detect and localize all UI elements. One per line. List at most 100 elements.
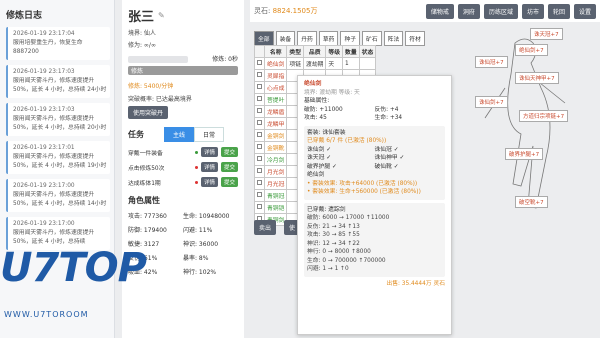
cultivate-button[interactable]: 修炼 xyxy=(128,66,238,75)
checkbox-cell[interactable] xyxy=(254,165,265,178)
stat-item: 生命: 10948000 xyxy=(183,213,230,220)
row-checkbox[interactable] xyxy=(257,72,262,77)
task-submit-button[interactable]: 提交 xyxy=(220,177,238,187)
row-checkbox[interactable] xyxy=(257,132,262,137)
top-button[interactable]: 坊市 xyxy=(521,3,544,19)
top-button[interactable]: 设置 xyxy=(573,3,596,19)
tab-daily[interactable]: 日常 xyxy=(194,127,225,142)
item-name[interactable]: 绝仙剑 xyxy=(263,57,288,70)
row-checkbox[interactable] xyxy=(257,84,262,89)
top-button[interactable]: 洞府 xyxy=(457,3,480,19)
bag-tab[interactable]: 种子 xyxy=(340,31,361,46)
task-detail-button[interactable]: 详情 xyxy=(200,147,218,157)
tooltip-compare-box: 已穿戴: 遗踪剑 破防: 6000 → 17000 ↑11000 反伤: 21 →… xyxy=(304,202,445,277)
log-time: 2026-01-19 23:17:01 xyxy=(13,145,75,151)
table-header: 等级 xyxy=(325,45,344,58)
tab-main[interactable]: 主线 xyxy=(164,127,195,142)
row-checkbox[interactable] xyxy=(257,60,262,65)
tooltip-attr: 生命: +34 xyxy=(374,115,403,121)
bag-tab[interactable]: 全部 xyxy=(254,31,274,46)
task-detail-button[interactable]: 详情 xyxy=(200,162,218,172)
checkbox-cell[interactable] xyxy=(254,105,265,118)
edit-icon[interactable]: ✎ xyxy=(158,11,165,20)
use-pill-button[interactable]: 使用突破丹 xyxy=(128,106,169,119)
checkbox-cell[interactable] xyxy=(254,117,265,130)
item-name[interactable]: 月光冠 xyxy=(263,177,288,190)
item-name[interactable]: 青铜铠 xyxy=(263,201,288,214)
table-row[interactable]: 绝仙剑 项链 渡劫期天 1 xyxy=(254,57,377,70)
equip-slot[interactable]: 诛仙冠+7 xyxy=(475,56,508,68)
top-bar: 灵石: 8824.1505万 储物戒 洞府 历练区域 坊市 轮回 设置 xyxy=(250,0,600,22)
log-text: 服用闻天雾斗丹，修炼速度提升50%，延长 4 小时，总持续 24小时 xyxy=(13,78,107,93)
checkbox-cell[interactable] xyxy=(254,189,265,202)
item-name[interactable]: 龙鳞盾 xyxy=(263,105,288,118)
table-header xyxy=(254,45,265,58)
checkbox-cell[interactable] xyxy=(254,201,265,214)
equip-slot[interactable]: 破空靴+7 xyxy=(515,196,548,208)
item-name[interactable]: 青铜冠 xyxy=(263,189,288,202)
equip-slot[interactable]: 绝仙剑+7 xyxy=(515,44,548,56)
bag-tab[interactable]: 矿石 xyxy=(362,31,382,46)
item-tooltip: 绝仙剑 境界: 渡劫期 等级: 天 基础属性: 破防: +11000 反伤: +4… xyxy=(297,75,452,335)
tooltip-set-item: 破界护腿 ✓ xyxy=(307,163,337,170)
checkbox-cell[interactable] xyxy=(254,177,265,190)
equip-slot[interactable]: 诛仙剑+7 xyxy=(475,96,508,108)
tooltip-attr: 攻击: 45 xyxy=(304,115,327,121)
row-checkbox[interactable] xyxy=(257,204,262,209)
row-checkbox[interactable] xyxy=(257,156,262,161)
equip-slot[interactable]: 方道归宗项链+7 xyxy=(519,110,569,122)
tooltip-attrs-title: 基础属性: xyxy=(304,98,330,104)
log-entry: 2026-01-19 23:17:00 服用闻天雾斗丹，修炼速度提升50%，延长 … xyxy=(6,179,110,212)
row-checkbox[interactable] xyxy=(257,96,262,101)
row-checkbox[interactable] xyxy=(257,120,262,125)
checkbox-cell[interactable] xyxy=(254,57,265,70)
item-name[interactable]: 月光剑 xyxy=(263,165,288,178)
checkbox-cell[interactable] xyxy=(254,153,265,166)
item-name[interactable]: 心点成 xyxy=(263,81,288,94)
log-time: 2026-01-19 23:17:04 xyxy=(13,31,75,37)
equip-slot[interactable]: 破界护腿+7 xyxy=(505,148,544,160)
top-button[interactable]: 历练区域 xyxy=(483,3,518,19)
item-quality: 渡劫期 xyxy=(303,57,327,70)
row-checkbox[interactable] xyxy=(257,108,262,113)
task-submit-button[interactable]: 提交 xyxy=(220,147,238,157)
row-checkbox[interactable] xyxy=(257,144,262,149)
item-name[interactable]: 龙鳞甲 xyxy=(263,117,288,130)
top-button[interactable]: 轮回 xyxy=(547,3,570,19)
item-name[interactable]: 菩提叶 xyxy=(263,93,288,106)
item-name[interactable]: 灵犀指 xyxy=(263,69,288,82)
bag-tab[interactable]: 草药 xyxy=(318,31,339,46)
task-text: 穿戴一件装备 xyxy=(128,150,163,157)
tooltip-set-item: 诛仙冠 ✓ xyxy=(374,146,399,153)
row-checkbox[interactable] xyxy=(257,192,262,197)
sell-button[interactable]: 卖出 xyxy=(254,220,277,235)
task-submit-button[interactable]: 提交 xyxy=(220,162,238,172)
checkbox-cell[interactable] xyxy=(254,129,265,142)
task-status-dot xyxy=(194,165,198,169)
task-status-dot xyxy=(194,180,198,184)
task-row: 穿戴一件装备 详情 提交 xyxy=(128,147,238,157)
equipment-figure: 诛天冠+7 绝仙剑+7 诛仙冠+7 诛仙天神甲+7 诛仙剑+7 方道归宗项链+7 破界护腿+… xyxy=(455,28,595,223)
watermark-logo: U7TOP xyxy=(0,245,147,291)
checkbox-cell[interactable] xyxy=(254,141,265,154)
bag-tab[interactable]: 符材 xyxy=(405,31,425,46)
row-checkbox[interactable] xyxy=(257,180,262,185)
bag-tab[interactable]: 阵法 xyxy=(383,31,404,46)
checkbox-cell[interactable] xyxy=(254,69,265,82)
item-name[interactable]: 金铜剑 xyxy=(263,129,288,142)
row-checkbox[interactable] xyxy=(257,168,262,173)
equip-slot[interactable]: 诛仙天神甲+7 xyxy=(515,72,559,84)
table-header: 品质 xyxy=(303,45,327,58)
task-row: 达成练体1期 详情 提交 xyxy=(128,177,238,187)
log-entry: 2026-01-19 23:17:04 服用培婴重生丹，恢复生命 8887200 xyxy=(6,27,110,60)
bag-tab[interactable]: 装备 xyxy=(275,31,296,46)
task-detail-button[interactable]: 详情 xyxy=(200,177,218,187)
top-button[interactable]: 储物戒 xyxy=(425,3,454,19)
item-name[interactable]: 冷月剑 xyxy=(263,153,288,166)
item-name[interactable]: 金铜靴 xyxy=(263,141,288,154)
checkbox-cell[interactable] xyxy=(254,81,265,94)
watermark-url: WWW.U7TOROOM xyxy=(4,310,89,319)
equip-slot[interactable]: 诛天冠+7 xyxy=(530,28,563,40)
bag-tab[interactable]: 丹药 xyxy=(297,31,317,46)
checkbox-cell[interactable] xyxy=(254,93,265,106)
